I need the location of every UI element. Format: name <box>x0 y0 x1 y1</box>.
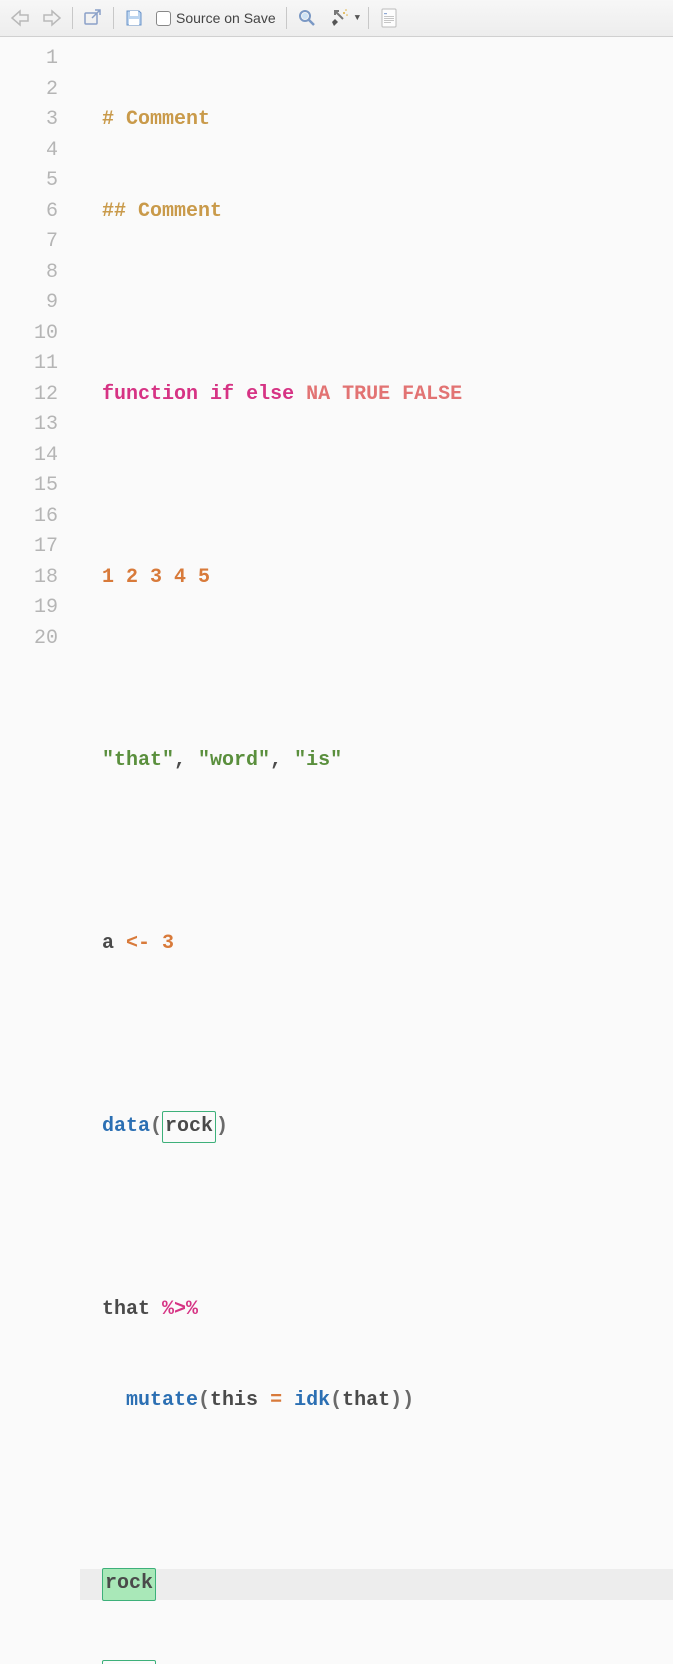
keyword-token: else <box>246 380 294 411</box>
identifier-token: this <box>210 1386 270 1417</box>
number-token: 1 2 3 4 5 <box>102 563 210 594</box>
find-button[interactable] <box>293 5 321 31</box>
toolbar-divider <box>113 7 114 29</box>
constant-token: FALSE <box>402 380 462 411</box>
line-number: 4 <box>0 136 80 167</box>
code-line[interactable]: data(rock) <box>80 1112 673 1143</box>
code-line[interactable]: a <- 3 <box>80 929 673 960</box>
identifier-token: that <box>342 1386 390 1417</box>
code-line[interactable] <box>80 654 673 685</box>
code-line[interactable] <box>80 1020 673 1051</box>
line-number: 12 <box>0 380 80 411</box>
line-number: 2 <box>0 75 80 106</box>
line-number: 19 <box>0 593 80 624</box>
code-tools-dropdown-icon[interactable]: ▼ <box>355 13 360 23</box>
line-number: 7 <box>0 227 80 258</box>
function-token: mutate <box>126 1386 198 1417</box>
line-number: 14 <box>0 441 80 472</box>
line-number: 15 <box>0 471 80 502</box>
line-number: 13 <box>0 410 80 441</box>
highlighted-match: rock <box>102 1660 156 1664</box>
line-number: 17 <box>0 532 80 563</box>
back-button[interactable] <box>6 5 34 31</box>
line-number: 11 <box>0 349 80 380</box>
line-number: 16 <box>0 502 80 533</box>
identifier-token: that <box>102 1295 162 1326</box>
toolbar-divider <box>286 7 287 29</box>
code-line[interactable] <box>80 471 673 502</box>
line-number-gutter: 1 2 3 4 5 6 7 8 9 10 11 12 13 14 15 16 1… <box>0 37 80 832</box>
save-button[interactable] <box>120 5 148 31</box>
keyword-token: function <box>102 380 198 411</box>
highlighted-match: rock <box>162 1111 216 1144</box>
code-line[interactable]: 1 2 3 4 5 <box>80 563 673 594</box>
number-token: 3 <box>150 929 174 960</box>
checkbox-box[interactable] <box>156 11 171 26</box>
toolbar-divider <box>368 7 369 29</box>
forward-button[interactable] <box>38 5 66 31</box>
code-line[interactable]: # Comment <box>80 105 673 136</box>
constant-token: TRUE <box>342 380 390 411</box>
line-number: 9 <box>0 288 80 319</box>
line-number: 10 <box>0 319 80 350</box>
code-line[interactable]: ## Comment <box>80 197 673 228</box>
line-number: 8 <box>0 258 80 289</box>
identifier-token: a <box>102 929 126 960</box>
string-token: "is" <box>294 746 342 777</box>
code-line[interactable] <box>80 837 673 868</box>
operator-token: <- <box>126 929 150 960</box>
source-on-save-label: Source on Save <box>176 10 276 26</box>
code-line[interactable]: that %>% <box>80 1295 673 1326</box>
line-number: 6 <box>0 197 80 228</box>
code-line[interactable] <box>80 1203 673 1234</box>
source-on-save-checkbox[interactable]: Source on Save <box>152 10 280 26</box>
pipe-token: %>% <box>162 1295 198 1326</box>
code-line-active[interactable]: rock <box>80 1569 673 1600</box>
line-number: 1 <box>0 44 80 75</box>
constant-token: NA <box>306 380 330 411</box>
code-tools-button[interactable] <box>325 5 353 31</box>
string-token: "that" <box>102 746 174 777</box>
code-line[interactable] <box>80 1478 673 1509</box>
show-in-new-window-button[interactable] <box>79 5 107 31</box>
toolbar-divider <box>72 7 73 29</box>
code-line[interactable] <box>80 288 673 319</box>
keyword-token: if <box>210 380 234 411</box>
operator-token: = <box>270 1386 282 1417</box>
code-line[interactable]: "that", "word", "is" <box>80 746 673 777</box>
function-token: data <box>102 1112 150 1143</box>
function-token: idk <box>294 1386 330 1417</box>
editor-area[interactable]: 1 2 3 4 5 6 7 8 9 10 11 12 13 14 15 16 1… <box>0 37 673 832</box>
code-line[interactable]: mutate(this = idk(that)) <box>80 1386 673 1417</box>
line-number: 20 <box>0 624 80 655</box>
comment-token: ## Comment <box>102 197 222 228</box>
comment-token: # Comment <box>102 105 210 136</box>
editor-toolbar: Source on Save ▼ <box>0 0 673 37</box>
line-number: 18 <box>0 563 80 594</box>
code-line[interactable]: rock <box>80 1661 673 1664</box>
string-token: "word" <box>198 746 270 777</box>
code-content[interactable]: # Comment ## Comment function if else NA… <box>80 37 673 832</box>
line-number: 5 <box>0 166 80 197</box>
highlighted-match-selected: rock <box>102 1568 156 1601</box>
code-line[interactable]: function if else NA TRUE FALSE <box>80 380 673 411</box>
line-number: 3 <box>0 105 80 136</box>
report-button[interactable] <box>375 5 403 31</box>
